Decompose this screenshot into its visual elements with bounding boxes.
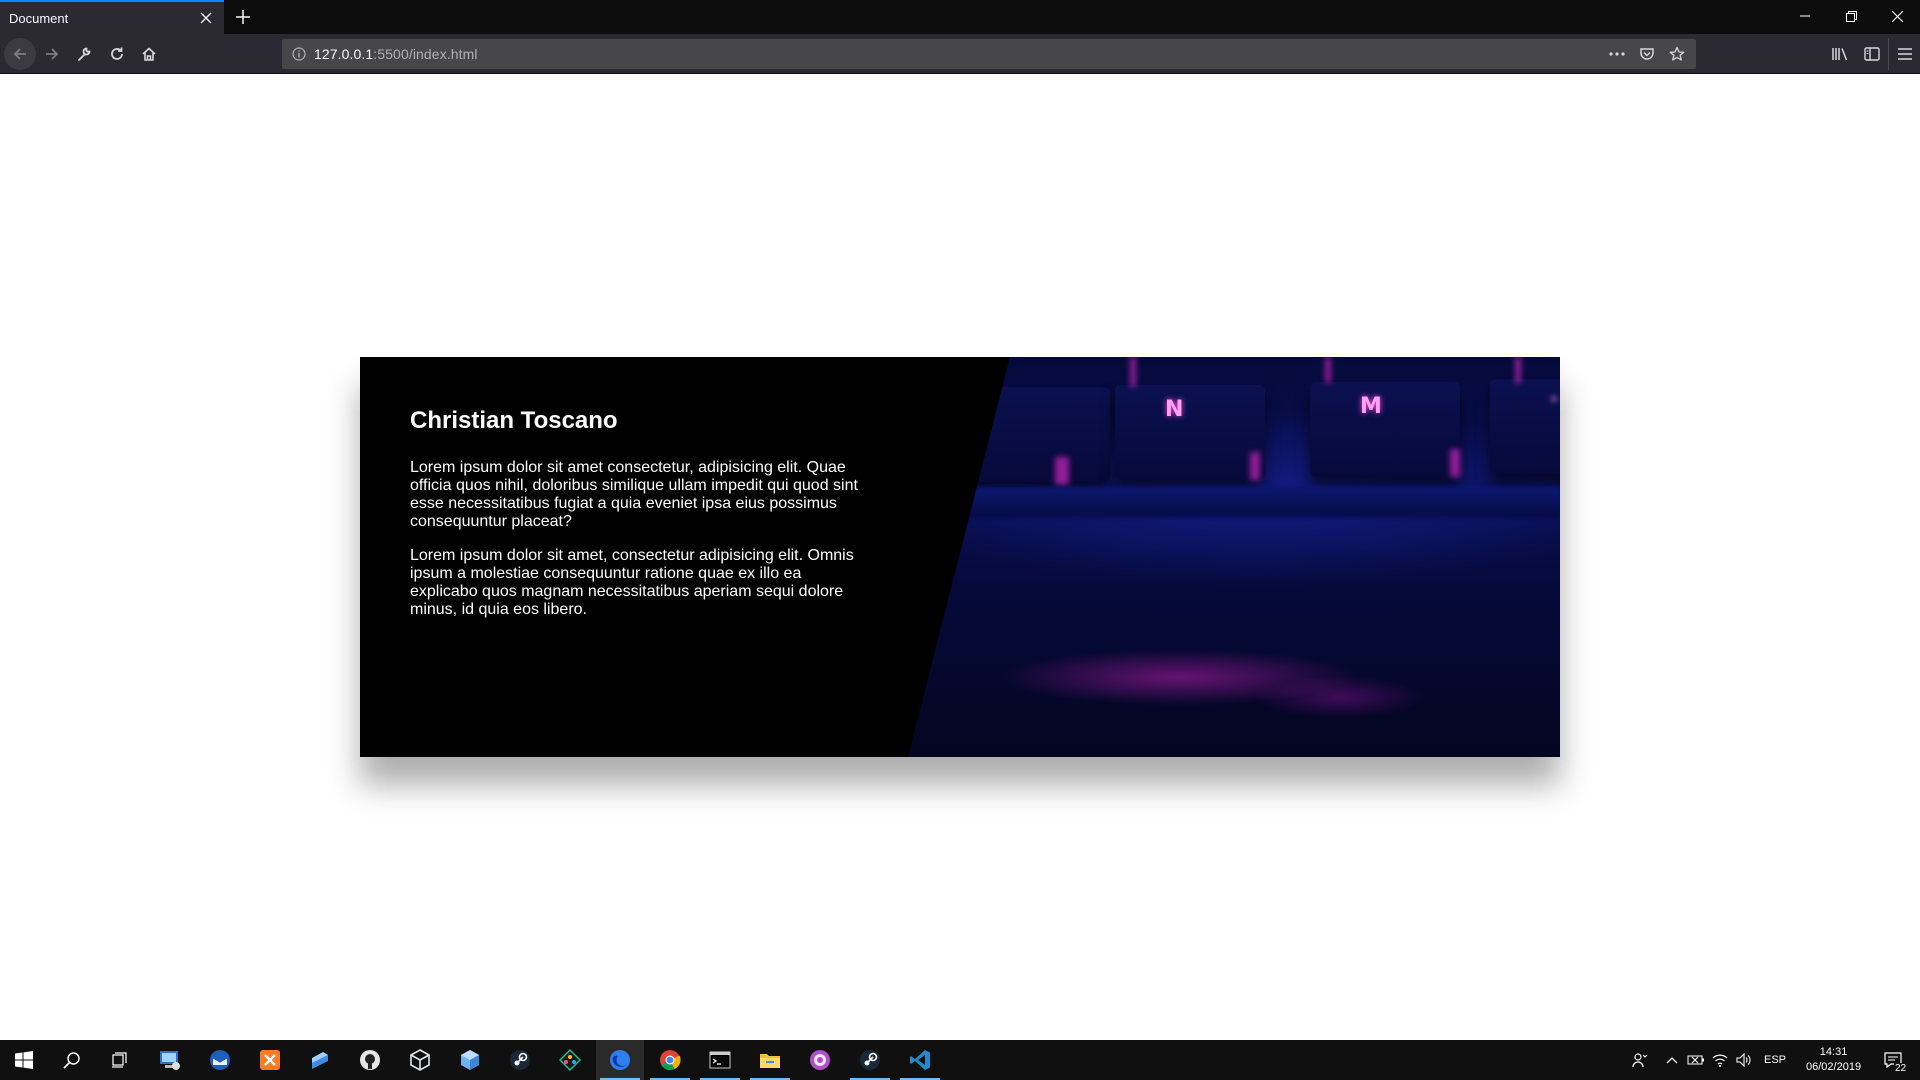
file-explorer-icon[interactable] — [746, 1040, 794, 1080]
gitkraken-icon[interactable] — [546, 1040, 594, 1080]
info-icon[interactable] — [284, 39, 314, 69]
keyboard-key — [950, 387, 1110, 482]
menu-icon[interactable] — [1888, 38, 1920, 70]
new-tab-button[interactable] — [228, 2, 258, 32]
volume-icon[interactable] — [1732, 1040, 1756, 1080]
key-glow — [1552, 397, 1556, 401]
clock-date: 06/02/2019 — [1806, 1061, 1862, 1073]
key-legend-n: N — [1165, 397, 1184, 422]
computer-management-icon[interactable] — [146, 1040, 194, 1080]
clock-time: 14:31 — [1819, 1046, 1848, 1058]
minimize-button[interactable] — [1782, 0, 1828, 32]
page-viewport: N M Christian Toscano Lorem ipsum dolor … — [0, 75, 1920, 1040]
chevron-up-icon[interactable] — [1660, 1040, 1684, 1080]
card-title: Christian Toscano — [410, 407, 618, 434]
pink-app-icon[interactable] — [796, 1040, 844, 1080]
key-glow — [1450, 449, 1460, 477]
url-bar[interactable]: 127.0.0.1:5500/index.html — [282, 39, 1696, 69]
bookmark-star-icon[interactable] — [1664, 41, 1690, 67]
tab-close-icon[interactable] — [193, 5, 219, 31]
steam-icon[interactable] — [846, 1040, 894, 1080]
profile-card: N M Christian Toscano Lorem ipsum dolor … — [360, 357, 1560, 757]
clock[interactable]: 14:31 06/02/2019 — [1794, 1045, 1873, 1075]
card-text: Christian Toscano Lorem ipsum dolor sit … — [410, 407, 870, 635]
tab-strip: Document — [0, 0, 1920, 34]
virtualbox-icon[interactable] — [396, 1040, 444, 1080]
close-window-button[interactable] — [1874, 0, 1920, 32]
url-host: 127.0.0.1 — [314, 46, 374, 62]
keyboard-ledge — [960, 487, 1560, 517]
firefox-icon[interactable] — [596, 1040, 644, 1080]
keyboard-key-m: M — [1310, 382, 1460, 477]
terminal-icon[interactable] — [696, 1040, 744, 1080]
keyboard-key-n: N — [1115, 385, 1265, 480]
url-text[interactable]: 127.0.0.1:5500/index.html — [314, 46, 478, 62]
battery-icon[interactable] — [1684, 1040, 1708, 1080]
keyboard-key — [1490, 379, 1560, 474]
people-icon[interactable] — [1628, 1040, 1652, 1080]
restore-button[interactable] — [1828, 0, 1874, 32]
forward-button[interactable] — [36, 38, 68, 70]
tab-title: Document — [9, 10, 69, 26]
right-toolbar — [1824, 38, 1920, 70]
library-icon[interactable] — [1824, 38, 1856, 70]
task-view-icon[interactable] — [96, 1040, 144, 1080]
wrench-icon[interactable] — [68, 38, 100, 70]
navigation-toolbar: 127.0.0.1:5500/index.html — [0, 34, 1920, 74]
page-actions-icon[interactable] — [1604, 41, 1630, 67]
url-actions — [1604, 39, 1690, 69]
system-tray: ESP 14:31 06/02/2019 22 — [1628, 1040, 1913, 1080]
key-glow — [1250, 452, 1260, 480]
3d-viewer-icon[interactable] — [446, 1040, 494, 1080]
chrome-icon[interactable] — [646, 1040, 694, 1080]
tab-document[interactable]: Document — [0, 0, 224, 34]
url-path: :5500/index.html — [373, 46, 478, 62]
steam-icon[interactable] — [496, 1040, 544, 1080]
github-icon[interactable] — [346, 1040, 394, 1080]
key-glow — [1325, 357, 1331, 383]
search-icon[interactable] — [48, 1040, 96, 1080]
xampp-icon[interactable] — [246, 1040, 294, 1080]
pocket-icon[interactable] — [1634, 41, 1660, 67]
taskbar: ESP 14:31 06/02/2019 22 — [0, 1040, 1920, 1080]
remote-desktop-icon[interactable] — [296, 1040, 344, 1080]
wifi-icon[interactable] — [1708, 1040, 1732, 1080]
action-center-button[interactable]: 22 — [1873, 1040, 1913, 1080]
key-legend-m: M — [1360, 394, 1382, 419]
key-glow — [1130, 357, 1136, 387]
sidebar-icon[interactable] — [1856, 38, 1888, 70]
thunderbird-icon[interactable] — [196, 1040, 244, 1080]
key-glow — [1515, 357, 1521, 383]
card-paragraph: Lorem ipsum dolor sit amet consectetur, … — [410, 459, 858, 530]
home-button[interactable] — [133, 38, 165, 70]
reload-button[interactable] — [101, 38, 133, 70]
vscode-icon[interactable] — [896, 1040, 944, 1080]
card-paragraph: Lorem ipsum dolor sit amet, consectetur … — [410, 547, 854, 618]
notification-count: 22 — [1893, 1063, 1908, 1074]
back-button[interactable] — [4, 38, 36, 70]
start-button[interactable] — [0, 1040, 48, 1080]
key-glow — [1055, 457, 1069, 485]
language-indicator[interactable]: ESP — [1756, 1054, 1794, 1066]
